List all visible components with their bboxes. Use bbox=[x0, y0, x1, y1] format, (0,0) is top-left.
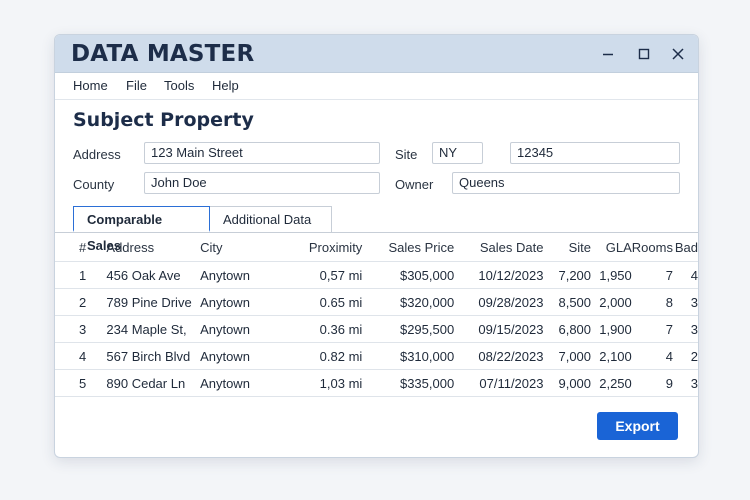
minimize-button[interactable] bbox=[593, 35, 623, 72]
cell-address: 567 Birch Blvd bbox=[106, 342, 201, 370]
cell-site: 8,500 bbox=[543, 288, 592, 316]
cell-number: 2 bbox=[55, 288, 107, 316]
cell-proximity: 0.82 mi bbox=[277, 342, 363, 370]
cell-gla: 2,000 bbox=[591, 288, 632, 316]
cell-address: 234 Maple St, bbox=[106, 315, 201, 343]
table-row[interactable]: 5 890 Cedar Ln Anytown 1,03 mi $335,000 … bbox=[55, 369, 698, 397]
cell-bad: 3 bbox=[672, 369, 698, 397]
cell-sales-price: $310,000 bbox=[362, 342, 455, 370]
cell-site: 7,200 bbox=[543, 261, 592, 289]
cell-sales-date: 09/15/2023 bbox=[454, 315, 544, 343]
minimize-icon bbox=[603, 53, 613, 55]
cell-city: Anytown bbox=[200, 369, 278, 397]
comparables-table: # Address City Proximity Sales Price Sal… bbox=[55, 232, 698, 397]
menu-help[interactable]: Help bbox=[212, 78, 239, 93]
cell-site: 7,000 bbox=[543, 342, 592, 370]
menu-home[interactable]: Home bbox=[73, 78, 108, 93]
cell-bad: 3 bbox=[672, 288, 698, 316]
cell-gla: 2,250 bbox=[591, 369, 632, 397]
col-header-site[interactable]: Site bbox=[543, 233, 591, 262]
table-header-row: # Address City Proximity Sales Price Sal… bbox=[55, 233, 698, 262]
export-button[interactable]: Export bbox=[597, 412, 678, 440]
cell-bad: 4 bbox=[672, 261, 698, 289]
cell-proximity: 1,03 mi bbox=[277, 369, 363, 397]
cell-gla: 1,900 bbox=[591, 315, 632, 343]
close-icon bbox=[672, 47, 684, 60]
cell-sales-price: $335,000 bbox=[362, 369, 455, 397]
site-label: Site bbox=[395, 147, 418, 162]
cell-rooms: 7 bbox=[631, 315, 673, 343]
cell-city: Anytown bbox=[200, 261, 278, 289]
title-bar: DATA MASTER bbox=[55, 35, 698, 73]
cell-sales-date: 08/22/2023 bbox=[454, 342, 544, 370]
cell-address: 890 Cedar Ln bbox=[106, 369, 201, 397]
address-label: Address bbox=[73, 147, 121, 162]
county-field[interactable]: John Doe bbox=[144, 172, 380, 194]
cell-sales-date: 09/28/2023 bbox=[454, 288, 544, 316]
cell-city: Anytown bbox=[200, 288, 278, 316]
site-state-field[interactable]: NY bbox=[432, 142, 483, 164]
maximize-button[interactable] bbox=[629, 35, 659, 72]
cell-rooms: 8 bbox=[631, 288, 673, 316]
county-label: County bbox=[73, 177, 115, 192]
cell-rooms: 4 bbox=[631, 342, 673, 370]
site-zip-field[interactable]: 12345 bbox=[510, 142, 680, 164]
cell-proximity: 0,57 mi bbox=[277, 261, 363, 289]
col-header-city[interactable]: City bbox=[200, 233, 277, 262]
col-header-proximity[interactable]: Proximity bbox=[277, 233, 362, 262]
cell-sales-price: $295,500 bbox=[362, 315, 455, 343]
col-header-sales-price[interactable]: Sales Price bbox=[362, 233, 454, 262]
cell-proximity: 0.36 mi bbox=[277, 315, 363, 343]
menu-tools[interactable]: Tools bbox=[164, 78, 194, 93]
owner-field[interactable]: Queens bbox=[452, 172, 680, 194]
table-row[interactable]: 3 234 Maple St, Anytown 0.36 mi $295,500… bbox=[55, 315, 698, 343]
app-title: DATA MASTER bbox=[71, 41, 255, 67]
cell-sales-price: $305,000 bbox=[362, 261, 455, 289]
menu-file[interactable]: File bbox=[126, 78, 147, 93]
cell-number: 1 bbox=[55, 261, 107, 289]
tab-comparable-sales[interactable]: Comparable Sales bbox=[73, 206, 210, 253]
cell-city: Anytown bbox=[200, 315, 278, 343]
menu-bar: Home File Tools Help bbox=[55, 73, 698, 100]
cell-sales-date: 07/11/2023 bbox=[454, 369, 544, 397]
table-row[interactable]: 2 789 Pine Drive Anytown 0.65 mi $320,00… bbox=[55, 288, 698, 316]
tab-additional-data[interactable]: Additional Data bbox=[210, 206, 332, 232]
cell-site: 9,000 bbox=[543, 369, 592, 397]
close-button[interactable] bbox=[663, 35, 693, 72]
table-row[interactable]: 4 567 Birch Blvd Anytown 0.82 mi $310,00… bbox=[55, 342, 698, 370]
cell-number: 3 bbox=[55, 315, 107, 343]
cell-proximity: 0.65 mi bbox=[277, 288, 363, 316]
cell-bad: 3 bbox=[672, 315, 698, 343]
owner-label: Owner bbox=[395, 177, 434, 192]
address-field[interactable]: 123 Main Street bbox=[144, 142, 380, 164]
cell-number: 5 bbox=[55, 369, 107, 397]
cell-sales-price: $320,000 bbox=[362, 288, 455, 316]
col-header-bad[interactable]: Bad bbox=[673, 233, 698, 262]
col-header-sales-date[interactable]: Sales Date bbox=[454, 233, 544, 262]
table-row[interactable]: 1 456 Oak Ave Anytown 0,57 mi $305,000 1… bbox=[55, 261, 698, 289]
cell-gla: 2,100 bbox=[591, 342, 632, 370]
cell-rooms: 9 bbox=[631, 369, 673, 397]
cell-rooms: 7 bbox=[631, 261, 673, 289]
cell-site: 6,800 bbox=[543, 315, 592, 343]
cell-gla: 1,950 bbox=[591, 261, 632, 289]
section-title: Subject Property bbox=[73, 109, 254, 131]
col-header-gla[interactable]: GLA bbox=[591, 233, 632, 262]
cell-address: 456 Oak Ave bbox=[106, 261, 201, 289]
cell-bad: 2 bbox=[672, 342, 698, 370]
cell-number: 4 bbox=[55, 342, 107, 370]
col-header-rooms[interactable]: Rooms bbox=[632, 233, 673, 262]
cell-sales-date: 10/12/2023 bbox=[454, 261, 544, 289]
maximize-icon bbox=[638, 48, 650, 59]
cell-city: Anytown bbox=[200, 342, 278, 370]
app-window: DATA MASTER Home File Tools Help Subject… bbox=[54, 34, 699, 458]
cell-address: 789 Pine Drive bbox=[106, 288, 201, 316]
